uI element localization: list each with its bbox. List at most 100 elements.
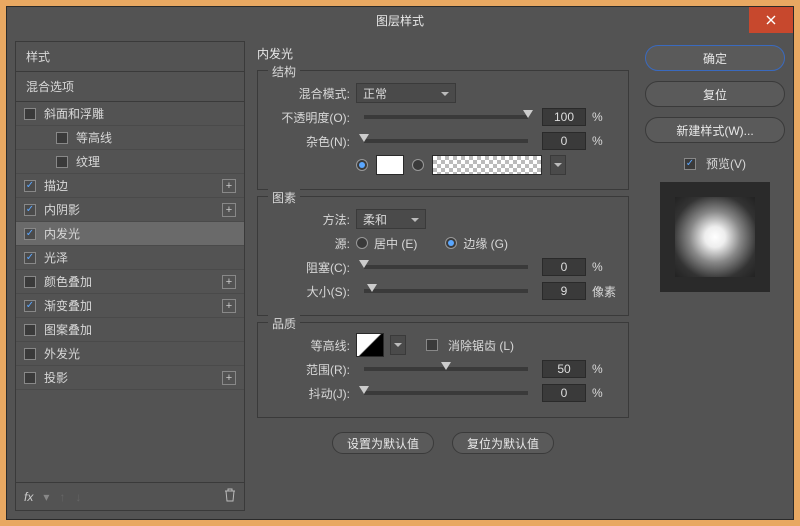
choke-slider[interactable]: [364, 265, 528, 269]
style-checkbox[interactable]: [56, 132, 68, 144]
styles-panel: 样式 混合选项 斜面和浮雕等高线纹理描边+内阴影+内发光光泽颜色叠加+渐变叠加+…: [15, 41, 245, 511]
fx-menu[interactable]: fx: [24, 490, 33, 504]
color-radio[interactable]: [356, 159, 368, 171]
preview-checkbox[interactable]: [684, 158, 696, 170]
style-checkbox[interactable]: [24, 348, 36, 360]
style-item-7[interactable]: 颜色叠加+: [16, 270, 244, 294]
style-label: 投影: [44, 369, 68, 386]
style-item-3[interactable]: 描边+: [16, 174, 244, 198]
opacity-input[interactable]: 100: [542, 108, 586, 126]
style-checkbox[interactable]: [56, 156, 68, 168]
quality-title: 品质: [268, 315, 300, 332]
style-item-4[interactable]: 内阴影 +: [16, 198, 244, 222]
opacity-label: 不透明度(O):: [270, 109, 350, 126]
titlebar: 图层样式: [7, 7, 793, 33]
contour-picker[interactable]: [356, 333, 384, 357]
percent-unit: %: [592, 260, 616, 274]
style-label: 内发光: [44, 225, 80, 242]
add-icon[interactable]: +: [222, 371, 236, 385]
contour-dropdown[interactable]: [390, 335, 406, 355]
style-label: 内阴影: [44, 201, 80, 218]
blend-mode-dropdown[interactable]: 正常: [356, 83, 456, 103]
style-item-0[interactable]: 斜面和浮雕: [16, 102, 244, 126]
style-checkbox[interactable]: [24, 252, 36, 264]
add-icon[interactable]: +: [222, 299, 236, 313]
source-center-label: 居中 (E): [374, 235, 417, 252]
choke-input[interactable]: 0: [542, 258, 586, 276]
preview-label: 预览(V): [706, 155, 746, 172]
dialog-body: 样式 混合选项 斜面和浮雕等高线纹理描边+内阴影+内发光光泽颜色叠加+渐变叠加+…: [7, 33, 793, 519]
preview-toggle-row: 预览(V): [645, 155, 785, 172]
make-default-button[interactable]: 设置为默认值: [332, 432, 434, 454]
style-item-2[interactable]: 纹理: [16, 150, 244, 174]
window-title: 图层样式: [376, 12, 424, 29]
up-arrow-icon[interactable]: ↑: [59, 490, 65, 504]
range-slider[interactable]: [364, 367, 528, 371]
color-swatch[interactable]: [376, 155, 404, 175]
style-label: 外发光: [44, 345, 80, 362]
jitter-label: 抖动(J):: [270, 385, 350, 402]
noise-slider[interactable]: [364, 139, 528, 143]
noise-input[interactable]: 0: [542, 132, 586, 150]
settings-panel: 内发光 结构 混合模式: 正常 不透明度(O): 100 % 杂色(N): 0: [253, 41, 637, 511]
style-checkbox[interactable]: [24, 324, 36, 336]
gradient-swatch[interactable]: [432, 155, 542, 175]
style-checkbox[interactable]: [24, 276, 36, 288]
style-item-6[interactable]: 光泽: [16, 246, 244, 270]
preview-box: [660, 182, 770, 292]
style-checkbox[interactable]: [24, 228, 36, 240]
add-icon[interactable]: +: [222, 179, 236, 193]
size-label: 大小(S):: [270, 283, 350, 300]
style-item-10[interactable]: 外发光: [16, 342, 244, 366]
add-icon[interactable]: +: [222, 275, 236, 289]
jitter-input[interactable]: 0: [542, 384, 586, 402]
technique-label: 方法:: [270, 211, 350, 228]
size-input[interactable]: 9: [542, 282, 586, 300]
percent-unit: %: [592, 386, 616, 400]
new-style-button[interactable]: 新建样式(W)...: [645, 117, 785, 143]
style-item-5[interactable]: 内发光: [16, 222, 244, 246]
style-label: 光泽: [44, 249, 68, 266]
style-checkbox[interactable]: [24, 180, 36, 192]
style-item-1[interactable]: 等高线: [16, 126, 244, 150]
range-label: 范围(R):: [270, 361, 350, 378]
chevron-down-icon[interactable]: ▾: [43, 490, 49, 504]
add-icon[interactable]: +: [222, 203, 236, 217]
percent-unit: %: [592, 134, 616, 148]
gradient-radio[interactable]: [412, 159, 424, 171]
blend-mode-label: 混合模式:: [270, 85, 350, 102]
trash-icon[interactable]: [224, 488, 236, 505]
structure-group: 结构 混合模式: 正常 不透明度(O): 100 % 杂色(N): 0 %: [257, 70, 629, 190]
ok-button[interactable]: 确定: [645, 45, 785, 71]
elements-title: 图素: [268, 189, 300, 206]
style-label: 纹理: [76, 153, 100, 170]
blending-options[interactable]: 混合选项: [16, 72, 244, 102]
style-item-9[interactable]: 图案叠加: [16, 318, 244, 342]
style-item-8[interactable]: 渐变叠加+: [16, 294, 244, 318]
close-icon: [766, 15, 776, 25]
style-label: 图案叠加: [44, 321, 92, 338]
gradient-dropdown[interactable]: [550, 155, 566, 175]
source-label: 源:: [270, 235, 350, 252]
reset-default-button[interactable]: 复位为默认值: [452, 432, 554, 454]
cancel-button[interactable]: 复位: [645, 81, 785, 107]
style-label: 等高线: [76, 129, 112, 146]
noise-label: 杂色(N):: [270, 133, 350, 150]
range-input[interactable]: 50: [542, 360, 586, 378]
structure-title: 结构: [268, 63, 300, 80]
section-title: 内发光: [257, 45, 629, 62]
style-checkbox[interactable]: [24, 372, 36, 384]
style-checkbox[interactable]: [24, 300, 36, 312]
close-button[interactable]: [749, 7, 793, 33]
jitter-slider[interactable]: [364, 391, 528, 395]
down-arrow-icon[interactable]: ↓: [75, 490, 81, 504]
opacity-slider[interactable]: [364, 115, 528, 119]
source-center-radio[interactable]: [356, 237, 368, 249]
source-edge-radio[interactable]: [445, 237, 457, 249]
antialias-checkbox[interactable]: [426, 339, 438, 351]
style-checkbox[interactable]: [24, 108, 36, 120]
style-item-11[interactable]: 投影 +: [16, 366, 244, 390]
size-slider[interactable]: [364, 289, 528, 293]
technique-dropdown[interactable]: 柔和: [356, 209, 426, 229]
style-checkbox[interactable]: [24, 204, 36, 216]
